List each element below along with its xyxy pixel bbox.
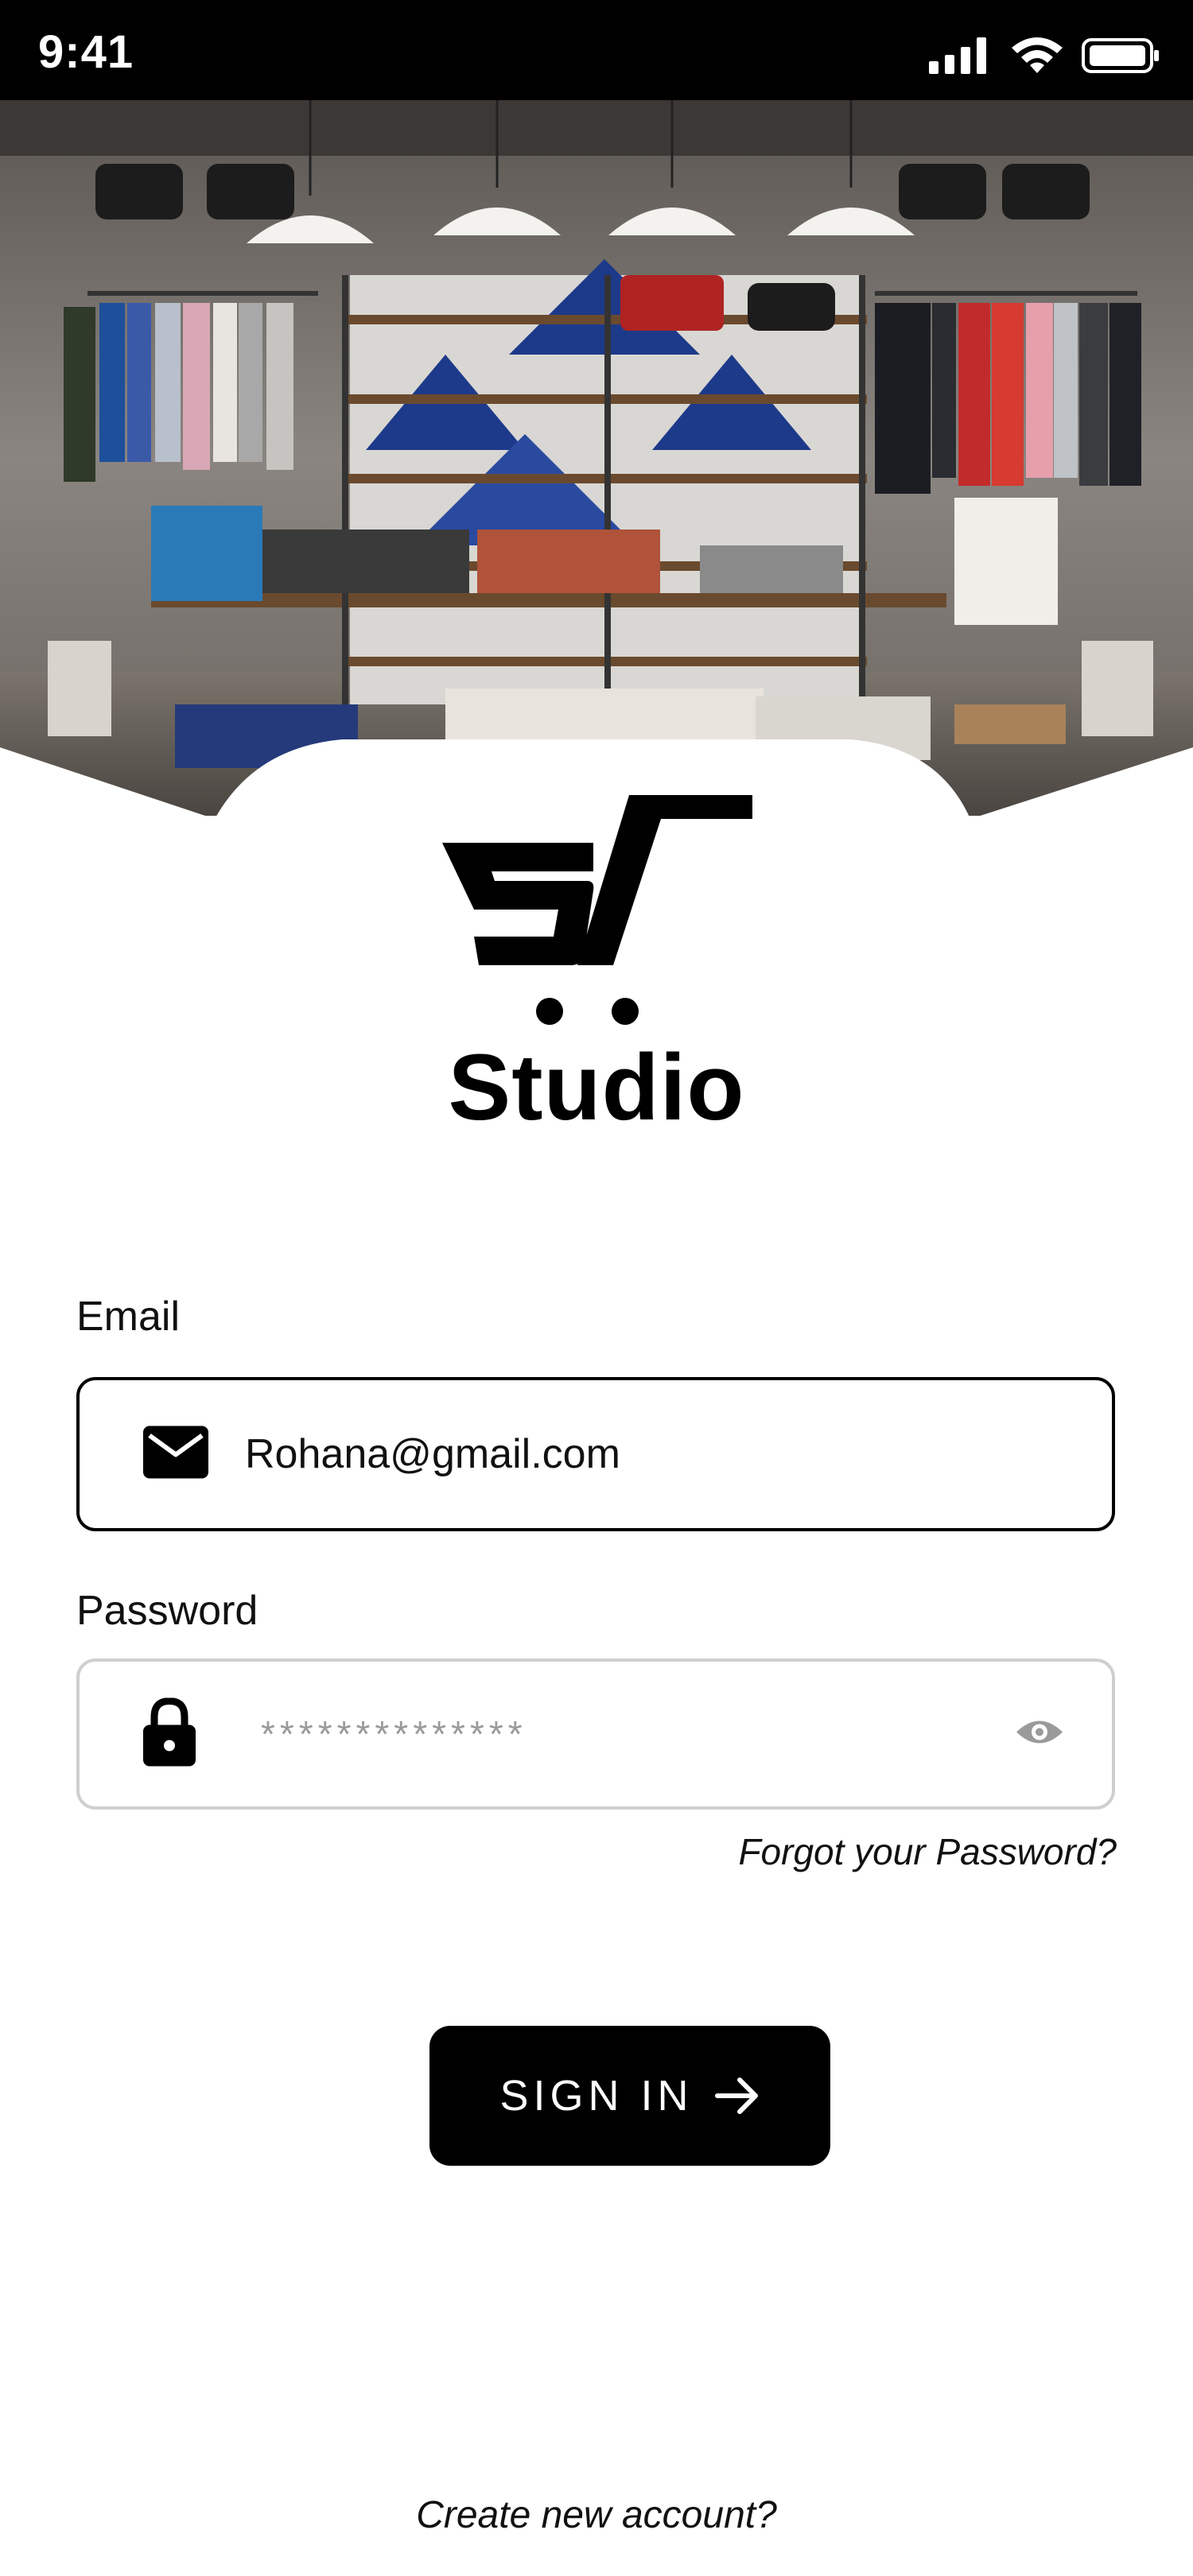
status-time: 9:41 [38,26,134,78]
cellular-signal-icon [929,37,986,74]
sign-in-label: SIGN IN [499,2072,694,2120]
forgot-password-link[interactable]: Forgot your Password? [738,1830,1117,1873]
sign-in-button[interactable]: SIGN IN [429,2026,830,2166]
hero-image [0,100,1193,816]
shopping-cart-logo-icon [442,795,752,1025]
email-value: Rohana@gmail.com [245,1431,620,1477]
arrow-right-icon [714,2077,758,2114]
email-field[interactable]: Rohana@gmail.com [76,1377,1115,1531]
password-field[interactable]: ************** [76,1658,1115,1810]
email-label: Email [76,1294,181,1340]
password-value: ************** [261,1713,527,1755]
password-label: Password [76,1588,258,1634]
wifi-icon [1012,37,1063,73]
lock-icon [143,1697,196,1771]
create-account-link[interactable]: Create new account? [0,2493,1193,2537]
status-bar: 9:41 [0,0,1193,100]
status-icons [929,32,1161,80]
eye-icon[interactable] [1015,1717,1064,1752]
mail-icon [143,1426,208,1483]
brand-name: Studio [448,1035,745,1140]
battery-icon [1082,38,1159,73]
store-interior-photo [0,100,1193,816]
